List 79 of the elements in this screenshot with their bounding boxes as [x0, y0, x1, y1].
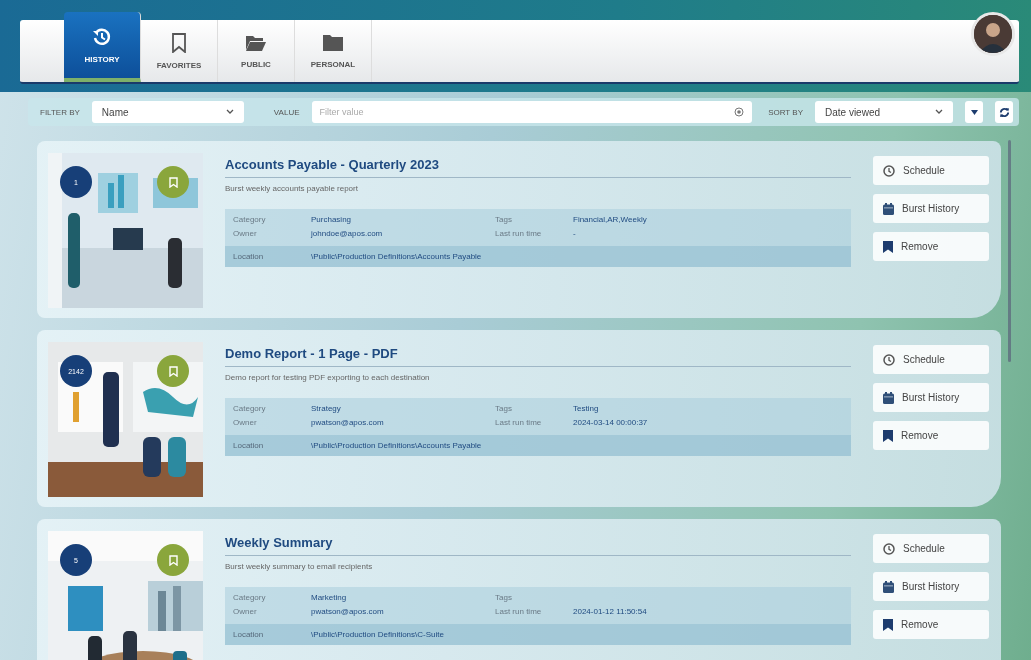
field-label: Category — [233, 593, 267, 602]
field-value: 2024-01-12 11:50:54 — [573, 607, 648, 616]
sort-direction-button[interactable] — [965, 101, 983, 123]
field-label: Location — [233, 441, 265, 450]
field-label: Owner — [233, 229, 258, 238]
report-title: Demo Report - 1 Page - PDF — [225, 342, 851, 367]
field-label: Last run time — [495, 229, 543, 238]
clock-icon — [883, 542, 895, 555]
report-title: Weekly Summary — [225, 531, 851, 556]
history-icon — [92, 26, 112, 47]
refresh-icon — [998, 106, 1010, 118]
report-description: Demo report for testing PDF exporting to each destination — [225, 373, 431, 382]
chevron-down-icon — [225, 109, 234, 115]
report-title: Accounts Payable - Quarterly 2023 — [225, 153, 851, 178]
field-label: Owner — [233, 607, 258, 616]
calendar-icon — [883, 202, 894, 215]
field-label: Category — [233, 404, 267, 413]
location-value: \Public\Production Definitions\Accounts Payable — [311, 252, 483, 261]
folder-icon — [322, 33, 344, 52]
field-label: Tags — [495, 593, 513, 602]
filter-label: FILTER BY — [40, 107, 80, 117]
caret-down-icon — [970, 109, 978, 115]
action-button[interactable]: Remove — [873, 610, 989, 639]
tab[interactable]: FAVORITES — [141, 20, 218, 82]
avatar[interactable] — [971, 12, 1015, 56]
field-label: Last run time — [495, 607, 543, 616]
tab[interactable]: PUBLIC — [218, 20, 295, 82]
location-value: \Public\Production Definitions\C-Suite — [311, 630, 445, 639]
scrollbar[interactable] — [1008, 140, 1011, 362]
report-description: Burst weekly summary to email recipients — [225, 562, 374, 571]
action-button[interactable]: Burst History — [873, 383, 989, 412]
field-value: Purchasing — [311, 215, 353, 224]
field-value: 2024-03-14 00:00:37 — [573, 418, 649, 427]
field-value: Financial,AR,Weekly — [573, 215, 648, 224]
chevron-down-icon — [935, 109, 943, 115]
clock-icon — [883, 353, 895, 366]
action-button[interactable]: Burst History — [873, 572, 989, 601]
field-value: Strategy — [311, 404, 342, 413]
bookmark-icon — [883, 429, 893, 442]
filter-value-field[interactable]: Filter value — [311, 101, 753, 123]
tab[interactable]: PERSONAL — [295, 20, 372, 82]
field-value: pwatson@apos.com — [311, 418, 385, 427]
field-value: - — [573, 229, 577, 238]
report-description: Burst weekly accounts payable report — [225, 184, 359, 193]
bookmark-icon — [168, 176, 178, 188]
field-label: Category — [233, 215, 267, 224]
bookmark-icon — [883, 240, 893, 253]
field-value: pwatson@apos.com — [311, 607, 385, 616]
sort-dropdown[interactable]: Date viewed — [815, 101, 953, 123]
action-button[interactable]: Burst History — [873, 194, 989, 223]
action-button[interactable]: Schedule — [873, 534, 989, 563]
field-label: Tags — [495, 404, 513, 413]
clock-icon — [883, 164, 895, 177]
action-button[interactable]: Schedule — [873, 345, 989, 374]
location-value: \Public\Production Definitions\Accounts Payable — [311, 441, 483, 450]
bookmark-icon — [168, 554, 178, 566]
action-button[interactable]: Schedule — [873, 156, 989, 185]
bookmark-icon — [883, 618, 893, 631]
value-label: VALUE — [273, 107, 300, 117]
tab[interactable]: HISTORY — [64, 12, 141, 82]
open-folder-icon — [245, 33, 267, 52]
field-label: Last run time — [495, 418, 543, 427]
field-label: Location — [233, 630, 265, 639]
field-value: Testing — [573, 404, 600, 413]
field-value: Marketing — [311, 593, 348, 602]
calendar-icon — [883, 580, 894, 593]
target-icon[interactable] — [734, 107, 745, 117]
field-label: Location — [233, 252, 265, 261]
bookmark-icon — [168, 365, 178, 377]
calendar-icon — [883, 391, 894, 404]
bookmark-icon — [171, 32, 187, 53]
action-button[interactable]: Remove — [873, 232, 989, 261]
field-label: Owner — [233, 418, 258, 427]
sort-label: SORT BY — [768, 107, 803, 117]
action-button[interactable]: Remove — [873, 421, 989, 450]
filter-dropdown[interactable]: Name — [91, 101, 244, 123]
refresh-button[interactable] — [995, 101, 1013, 123]
field-label: Tags — [495, 215, 513, 224]
field-value: johndoe@apos.com — [311, 229, 384, 238]
